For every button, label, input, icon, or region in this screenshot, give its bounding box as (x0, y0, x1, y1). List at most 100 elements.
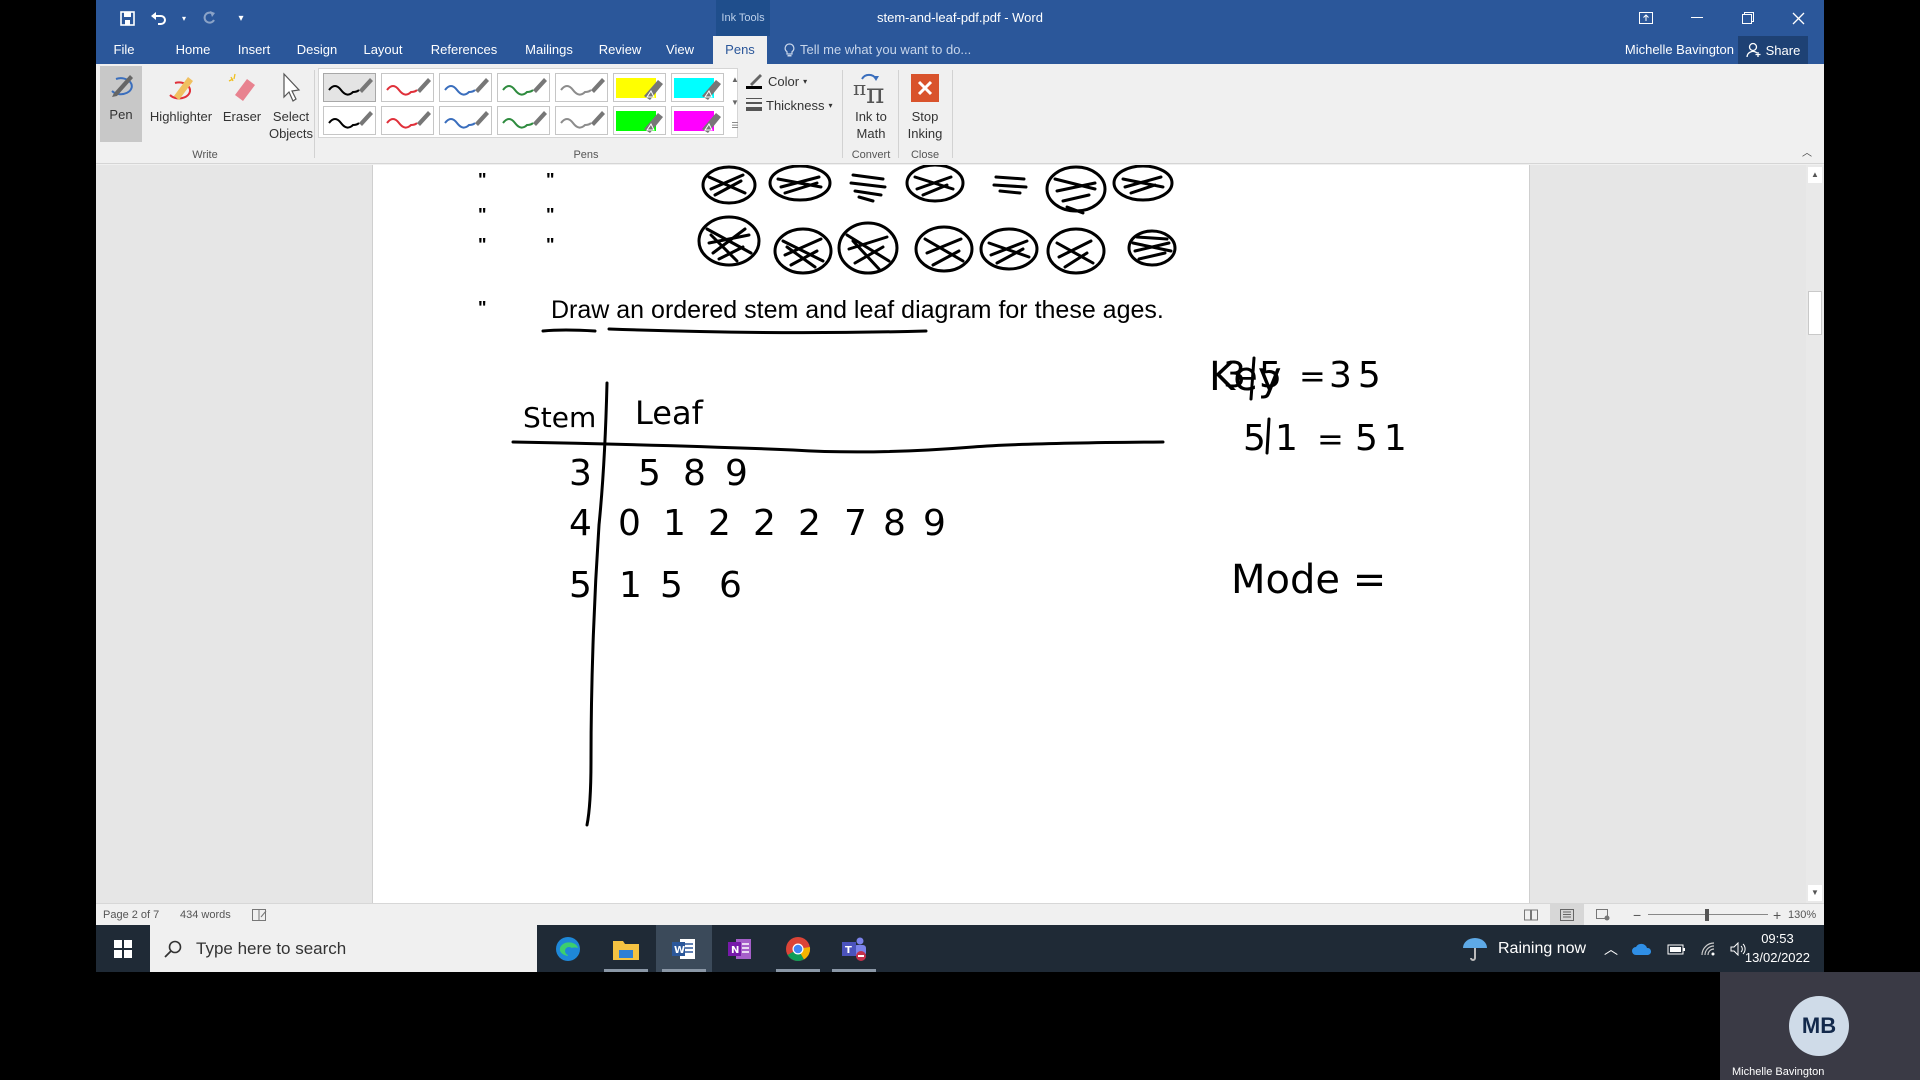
gallery-scroll: ▲ ▼ ☰ (729, 68, 741, 138)
account-name[interactable]: Michelle Bavington (1625, 36, 1734, 64)
customize-qat-icon[interactable]: ▾ (230, 7, 252, 29)
gallery-up-icon[interactable]: ▲ (731, 68, 739, 91)
start-button[interactable] (96, 925, 150, 972)
pen-swatch[interactable] (381, 73, 434, 102)
tab-references[interactable]: References (424, 36, 504, 64)
pen-swatch[interactable] (381, 106, 434, 135)
participant-name: Michelle Bavington (1732, 1066, 1825, 1078)
weather-widget[interactable]: Raining now (1462, 925, 1586, 972)
wifi-icon[interactable] (1700, 941, 1716, 956)
meeting-participant-tile[interactable]: MB Michelle Bavington (1720, 972, 1920, 1080)
highlighter-swatch[interactable] (671, 73, 724, 102)
eraser-button[interactable]: Eraser (218, 68, 266, 125)
tab-view[interactable]: View (660, 36, 700, 64)
taskbar-word[interactable]: W (656, 925, 712, 972)
pen-swatch[interactable] (439, 106, 492, 135)
crossed-out-number (768, 165, 832, 202)
scroll-thumb[interactable] (1808, 291, 1822, 335)
zoom-in-button[interactable]: + (1773, 904, 1781, 925)
stop-inking-label: Stop Inking (907, 109, 943, 141)
highlighter-button[interactable]: Highlighter (146, 68, 216, 125)
tab-layout[interactable]: Layout (358, 36, 408, 64)
pen-swatch[interactable] (497, 73, 550, 102)
search-placeholder: Type here to search (196, 938, 347, 958)
battery-icon[interactable] (1666, 943, 1686, 955)
pen-swatch[interactable] (555, 73, 608, 102)
zoom-out-button[interactable]: − (1633, 904, 1641, 925)
leaf-value: 2 (753, 503, 776, 544)
collapse-ribbon-icon[interactable]: ︿ (1802, 144, 1812, 159)
color-button[interactable]: Color ▾ (746, 70, 807, 92)
taskbar-chrome[interactable] (770, 925, 826, 972)
leaf-value: 8 (683, 453, 706, 494)
zoom-level[interactable]: 130% (1788, 904, 1816, 925)
leaf-value: 9 (725, 453, 748, 494)
crossed-out-number (1127, 229, 1177, 267)
leaf-value: 0 (618, 503, 641, 544)
clock[interactable]: 09:53 13/02/2022 (1745, 929, 1810, 967)
thickness-icon (746, 98, 762, 111)
redo-icon[interactable] (198, 7, 220, 29)
ink-to-math-button[interactable]: ππ Ink to Math (846, 68, 896, 142)
scroll-up-icon[interactable]: ▲ (1808, 167, 1822, 183)
tab-design[interactable]: Design (292, 36, 342, 64)
leaf-value: 5 (660, 565, 683, 606)
pen-button[interactable]: Pen (100, 66, 142, 142)
taskbar-teams[interactable]: T (826, 925, 882, 972)
eraser-icon (222, 68, 262, 108)
print-layout-icon[interactable] (1550, 904, 1584, 925)
pen-swatch[interactable] (439, 73, 492, 102)
thickness-button[interactable]: Thickness ▾ (746, 94, 833, 116)
group-separator (898, 70, 899, 158)
tab-insert[interactable]: Insert (231, 36, 277, 64)
highlighter-swatch[interactable] (613, 73, 666, 102)
document-page[interactable]: " " " " " " " Draw an ordered stem and l… (372, 165, 1530, 903)
gallery-more-icon[interactable]: ☰ (731, 114, 738, 137)
cursor-arrow-icon (271, 68, 311, 108)
close-icon[interactable] (1773, 0, 1824, 36)
minimize-icon[interactable] (1671, 0, 1722, 36)
tell-me-box[interactable]: Tell me what you want to do... (784, 36, 971, 64)
onedrive-icon[interactable] (1632, 943, 1652, 955)
tab-file[interactable]: File (104, 36, 144, 64)
taskbar-edge[interactable] (540, 925, 596, 972)
gallery-down-icon[interactable]: ▼ (731, 91, 739, 114)
page-count[interactable]: Page 2 of 7 (103, 904, 159, 925)
pen-swatch[interactable] (497, 106, 550, 135)
share-button[interactable]: Share (1738, 36, 1808, 64)
windows-logo-icon (114, 939, 132, 958)
tab-review[interactable]: Review (594, 36, 646, 64)
proofing-icon[interactable] (252, 904, 268, 925)
highlighter-swatch[interactable] (613, 106, 666, 135)
read-mode-icon[interactable] (1514, 904, 1548, 925)
undo-icon[interactable] (148, 7, 170, 29)
tab-pens[interactable]: Pens (713, 36, 767, 64)
taskbar-search[interactable]: Type here to search (150, 925, 537, 972)
web-layout-icon[interactable] (1586, 904, 1620, 925)
underline-stroke (541, 328, 597, 333)
key-leaf: 5 (1259, 355, 1282, 396)
tab-home[interactable]: Home (168, 36, 218, 64)
undo-dropdown-icon[interactable]: ▾ (180, 7, 188, 29)
vertical-scrollbar[interactable]: ▲ ▼ (1806, 165, 1824, 903)
pen-swatch[interactable] (323, 73, 376, 102)
clock-date: 13/02/2022 (1744, 950, 1810, 965)
pen-swatch[interactable] (555, 106, 608, 135)
ribbon-display-options-icon[interactable] (1620, 0, 1671, 36)
highlighter-swatch[interactable] (671, 106, 724, 135)
person-add-icon (1745, 42, 1761, 58)
show-hidden-icons-icon[interactable]: ︿ (1604, 939, 1618, 959)
zoom-slider-thumb[interactable] (1705, 909, 1709, 921)
scroll-down-icon[interactable]: ▼ (1808, 885, 1822, 901)
stop-inking-button[interactable]: Stop Inking (900, 68, 950, 142)
select-objects-button[interactable]: Select Objects (266, 68, 316, 142)
tab-mailings[interactable]: Mailings (518, 36, 580, 64)
leaf-value: 9 (923, 503, 946, 544)
pen-swatch[interactable] (323, 106, 376, 135)
restore-icon[interactable] (1722, 0, 1773, 36)
word-count[interactable]: 434 words (180, 904, 231, 925)
taskbar-file-explorer[interactable] (598, 925, 654, 972)
save-icon[interactable] (116, 7, 138, 29)
taskbar-onenote[interactable]: N (712, 925, 768, 972)
svg-text:T: T (845, 945, 852, 956)
